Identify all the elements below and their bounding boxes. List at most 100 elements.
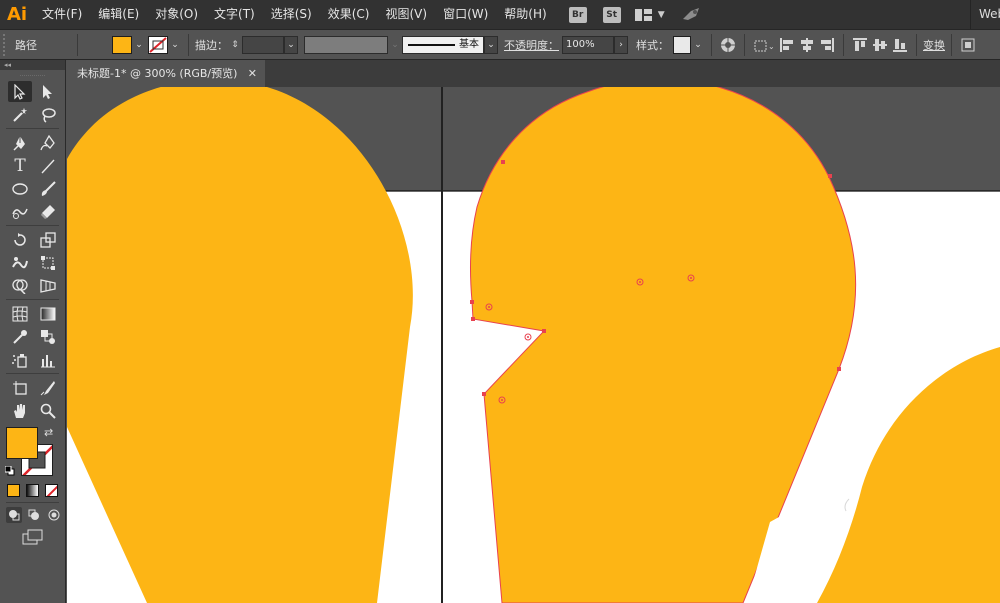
document-canvas[interactable]: [67, 87, 1000, 603]
chevron-down-icon[interactable]: ⌄: [132, 36, 146, 54]
chevron-down-icon: ▼: [657, 9, 665, 20]
menu-effect[interactable]: 效果(C): [320, 0, 378, 29]
control-bar-grip[interactable]: [3, 33, 9, 56]
shaper-tool[interactable]: [8, 201, 32, 222]
anchor-point[interactable]: [828, 174, 832, 178]
left-pin-shape[interactable]: [67, 87, 413, 603]
gradient-icon: [40, 307, 56, 320]
free-transform-tool[interactable]: [36, 252, 60, 273]
isolate-button[interactable]: [958, 35, 978, 55]
paintbrush-tool[interactable]: [36, 178, 60, 199]
arrange-documents-button[interactable]: ▼: [634, 8, 665, 22]
chevron-down-icon[interactable]: ⌄: [168, 36, 182, 54]
chevron-down-icon[interactable]: ⌄: [388, 36, 402, 54]
menu-edit[interactable]: 编辑(E): [90, 0, 147, 29]
gpu-performance-button[interactable]: [681, 5, 703, 24]
stock-button[interactable]: St: [602, 6, 621, 23]
warp-tool[interactable]: [8, 252, 32, 273]
curvature-tool[interactable]: [36, 132, 60, 153]
hand-tool[interactable]: [8, 400, 32, 421]
opacity-input[interactable]: 100%: [562, 35, 614, 54]
eraser-tool[interactable]: [36, 201, 60, 222]
workspace-switcher[interactable]: Web: [970, 0, 1000, 29]
recolor-artwork-button[interactable]: [718, 35, 738, 55]
menu-view[interactable]: 视图(V): [377, 0, 435, 29]
direct-selection-tool[interactable]: [36, 81, 60, 102]
menu-select[interactable]: 选择(S): [263, 0, 320, 29]
warp-icon: [12, 256, 28, 268]
fill-color-box[interactable]: [6, 427, 38, 459]
magic-wand-tool[interactable]: [8, 104, 32, 125]
align-left-button[interactable]: [777, 35, 797, 55]
anchor-point[interactable]: [542, 329, 546, 333]
close-icon[interactable]: ✕: [248, 60, 257, 87]
lasso-tool[interactable]: [36, 104, 60, 125]
panel-grip[interactable]: [20, 70, 45, 76]
chevron-down-icon[interactable]: ⌄: [691, 36, 705, 54]
align-center-button[interactable]: [797, 35, 817, 55]
transform-link[interactable]: 变换: [923, 37, 945, 53]
align-bottom-button[interactable]: [890, 35, 910, 55]
default-colors-button[interactable]: [4, 465, 15, 476]
ellipse-tool[interactable]: [8, 178, 32, 199]
align-top-icon: [853, 37, 867, 51]
line-tool[interactable]: [36, 155, 60, 176]
anchor-point[interactable]: [501, 160, 505, 164]
pen-tool[interactable]: [8, 132, 32, 153]
symbol-sprayer-tool[interactable]: [8, 349, 32, 370]
draw-inside-button[interactable]: [46, 507, 62, 523]
brush-definition[interactable]: 基本: [402, 35, 484, 54]
align-top-button[interactable]: [850, 35, 870, 55]
shape-builder-tool[interactable]: [8, 275, 32, 296]
bridge-button[interactable]: Br: [568, 6, 587, 23]
menu-file[interactable]: 文件(F): [34, 0, 90, 29]
anchor-point[interactable]: [470, 300, 474, 304]
align-to-button[interactable]: ⌄: [751, 35, 777, 55]
rotate-tool[interactable]: [8, 229, 32, 250]
anchor-point[interactable]: [837, 367, 841, 371]
color-mode-button[interactable]: [7, 483, 20, 497]
scale-tool[interactable]: [36, 229, 60, 250]
tools-panel: ◂◂ T ⇄: [0, 60, 66, 603]
none-mode-button[interactable]: [45, 483, 58, 497]
chevron-down-icon[interactable]: ⌄: [484, 35, 498, 54]
selection-tool[interactable]: [8, 81, 32, 102]
draw-normal-button[interactable]: [6, 507, 22, 523]
swap-colors-icon[interactable]: ⇄: [44, 426, 53, 439]
divider: [188, 33, 189, 56]
align-middle-button[interactable]: [870, 35, 890, 55]
stroke-weight-label[interactable]: 描边：: [195, 37, 228, 53]
opacity-label[interactable]: 不透明度：: [504, 37, 559, 53]
variable-width-profile[interactable]: [304, 35, 388, 54]
document-tab[interactable]: 未标题-1* @ 300% (RGB/预览) ✕: [67, 60, 265, 87]
chevron-down-icon[interactable]: ⌄: [284, 35, 298, 54]
artboard-tool[interactable]: [8, 377, 32, 398]
align-right-button[interactable]: [817, 35, 837, 55]
slice-tool[interactable]: [36, 377, 60, 398]
stroke-swatch[interactable]: [148, 35, 168, 54]
fill-swatch[interactable]: [112, 35, 132, 54]
blend-tool[interactable]: [36, 326, 60, 347]
perspective-icon: [40, 278, 56, 293]
zoom-tool[interactable]: [36, 400, 60, 421]
menu-type[interactable]: 文字(T): [206, 0, 263, 29]
stroke-weight-input[interactable]: [242, 35, 284, 54]
mesh-tool[interactable]: [8, 303, 32, 324]
anchor-point[interactable]: [471, 317, 475, 321]
chevron-right-icon[interactable]: ›: [614, 35, 628, 54]
tools-panel-header[interactable]: ◂◂: [0, 60, 65, 70]
type-tool[interactable]: T: [8, 155, 32, 176]
eyedropper-tool[interactable]: [8, 326, 32, 347]
anchor-point[interactable]: [482, 392, 486, 396]
gradient-tool[interactable]: [36, 303, 60, 324]
draw-behind-button[interactable]: [26, 507, 42, 523]
column-graph-tool[interactable]: [36, 349, 60, 370]
menu-help[interactable]: 帮助(H): [496, 0, 554, 29]
menu-window[interactable]: 窗口(W): [435, 0, 496, 29]
screen-mode-button[interactable]: [22, 529, 44, 548]
graphic-style-swatch[interactable]: [673, 35, 691, 54]
perspective-grid-tool[interactable]: [36, 275, 60, 296]
menu-object[interactable]: 对象(O): [147, 0, 206, 29]
stroke-stepper-icon[interactable]: ⇕: [228, 35, 242, 55]
gradient-mode-button[interactable]: [26, 483, 39, 497]
